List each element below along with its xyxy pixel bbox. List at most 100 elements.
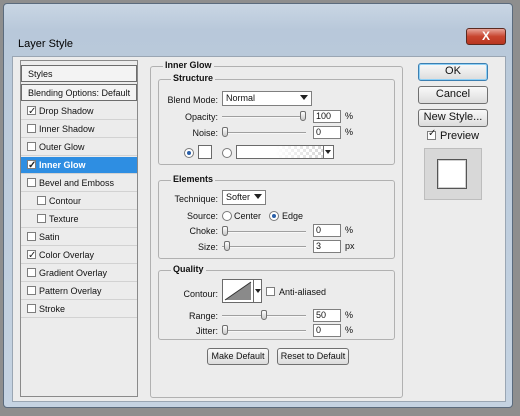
style-item-gradient-overlay[interactable]: Gradient Overlay [21, 265, 137, 282]
source-center-radio[interactable] [222, 211, 232, 221]
size-unit: px [345, 241, 355, 251]
range-unit: % [345, 310, 354, 320]
style-item-inner-glow[interactable]: Inner Glow [21, 157, 137, 174]
elements-title: Elements [171, 174, 216, 184]
close-button[interactable]: X [466, 28, 506, 45]
contour-label: Contour: [183, 289, 218, 299]
blend-mode-value: Normal [226, 93, 256, 103]
structure-title: Structure [171, 73, 216, 83]
noise-field[interactable]: 0 [313, 126, 341, 139]
stroke-checkbox[interactable] [27, 304, 36, 313]
title-bar: Layer Style X [4, 4, 512, 56]
anti-aliased-label: Anti-aliased [279, 287, 327, 297]
source-label: Source: [186, 211, 218, 221]
opacity-unit: % [345, 111, 354, 121]
reset-default-button[interactable]: Reset to Default [277, 348, 349, 365]
gradient-radio[interactable] [222, 148, 232, 158]
noise-unit: % [345, 127, 354, 137]
noise-slider-track[interactable] [222, 132, 306, 134]
style-item-label: Contour [49, 196, 82, 206]
choke-slider-thumb[interactable] [222, 226, 228, 236]
opacity-label: Opacity: [184, 112, 218, 122]
preview-swatch [437, 159, 467, 189]
blending-options-item[interactable]: Blending Options: Default [21, 84, 137, 101]
choke-unit: % [345, 225, 354, 235]
style-item-contour[interactable]: Contour [21, 193, 137, 210]
technique-label: Technique: [174, 194, 218, 204]
jitter-slider-track[interactable] [222, 330, 306, 332]
size-field[interactable]: 3 [313, 240, 341, 253]
texture-checkbox[interactable] [37, 214, 46, 223]
outer-glow-checkbox[interactable] [27, 142, 36, 151]
anti-aliased-checkbox[interactable] [266, 287, 275, 296]
contour-checkbox[interactable] [37, 196, 46, 205]
contour-picker[interactable] [222, 279, 254, 303]
technique-value: Softer [226, 192, 251, 202]
blend-mode-select[interactable]: Normal [222, 91, 312, 106]
style-item-label: Outer Glow [39, 142, 85, 152]
choke-field[interactable]: 0 [313, 224, 341, 237]
gradient-overlay-checkbox[interactable] [27, 268, 36, 277]
source-edge-radio[interactable] [269, 211, 279, 221]
style-item-texture[interactable]: Texture [21, 211, 137, 228]
jitter-label: Jitter: [195, 326, 218, 336]
jitter-slider-thumb[interactable] [222, 325, 228, 335]
styles-list: Styles Blending Options: Default Drop Sh… [20, 60, 138, 397]
noise-slider-thumb[interactable] [222, 127, 228, 137]
style-item-label: Stroke [39, 304, 66, 314]
range-field[interactable]: 50 [313, 309, 341, 322]
color-overlay-checkbox[interactable] [27, 247, 36, 264]
panel-title: Inner Glow [163, 60, 214, 70]
inner-shadow-checkbox[interactable] [27, 124, 36, 133]
style-item-label: Drop Shadow [39, 106, 94, 116]
source-center-label: Center [234, 211, 262, 221]
technique-select[interactable]: Softer [222, 190, 266, 205]
style-item-outer-glow[interactable]: Outer Glow [21, 139, 137, 156]
inner-glow-checkbox[interactable] [27, 157, 36, 174]
size-slider-track[interactable] [222, 246, 306, 248]
jitter-unit: % [345, 325, 354, 335]
gradient-dropdown[interactable] [323, 146, 333, 158]
jitter-field[interactable]: 0 [313, 324, 341, 337]
quality-title: Quality [171, 264, 206, 274]
contour-linear-icon [224, 281, 252, 301]
style-item-stroke[interactable]: Stroke [21, 301, 137, 318]
glow-color-swatch[interactable] [198, 145, 212, 159]
preview-checkbox[interactable] [427, 128, 436, 140]
new-style-button[interactable]: New Style... [418, 109, 488, 127]
size-slider-thumb[interactable] [224, 241, 230, 251]
opacity-field[interactable]: 100 [313, 110, 341, 123]
choke-label: Choke: [189, 226, 218, 236]
style-item-inner-shadow[interactable]: Inner Shadow [21, 121, 137, 138]
pattern-overlay-checkbox[interactable] [27, 286, 36, 295]
chevron-down-icon [300, 95, 308, 100]
opacity-slider-track[interactable] [222, 116, 306, 118]
style-item-color-overlay[interactable]: Color Overlay [21, 247, 137, 264]
opacity-slider-thumb[interactable] [300, 111, 306, 121]
make-default-button[interactable]: Make Default [207, 348, 269, 365]
style-item-label: Satin [39, 232, 60, 242]
style-item-bevel-emboss[interactable]: Bevel and Emboss [21, 175, 137, 192]
drop-shadow-checkbox[interactable] [27, 103, 36, 120]
chevron-down-icon [325, 150, 331, 154]
style-item-label: Gradient Overlay [39, 268, 108, 278]
style-preview-box [424, 148, 482, 200]
style-item-satin[interactable]: Satin [21, 229, 137, 246]
cancel-button[interactable]: Cancel [418, 86, 488, 104]
style-item-drop-shadow[interactable]: Drop Shadow [21, 103, 137, 120]
style-item-label: Inner Glow [39, 160, 86, 170]
window-title: Layer Style [18, 38, 74, 50]
satin-checkbox[interactable] [27, 232, 36, 241]
solid-color-radio[interactable] [184, 148, 194, 158]
choke-slider-track[interactable] [222, 231, 306, 233]
style-item-label: Pattern Overlay [39, 286, 102, 296]
styles-header[interactable]: Styles [21, 65, 137, 82]
size-label: Size: [197, 242, 218, 252]
style-item-pattern-overlay[interactable]: Pattern Overlay [21, 283, 137, 300]
range-slider-thumb[interactable] [261, 310, 267, 320]
ok-button[interactable]: OK [418, 63, 488, 81]
contour-dropdown[interactable] [254, 279, 262, 303]
chevron-down-icon [254, 194, 262, 199]
gradient-picker[interactable] [236, 145, 334, 159]
bevel-emboss-checkbox[interactable] [27, 178, 36, 187]
